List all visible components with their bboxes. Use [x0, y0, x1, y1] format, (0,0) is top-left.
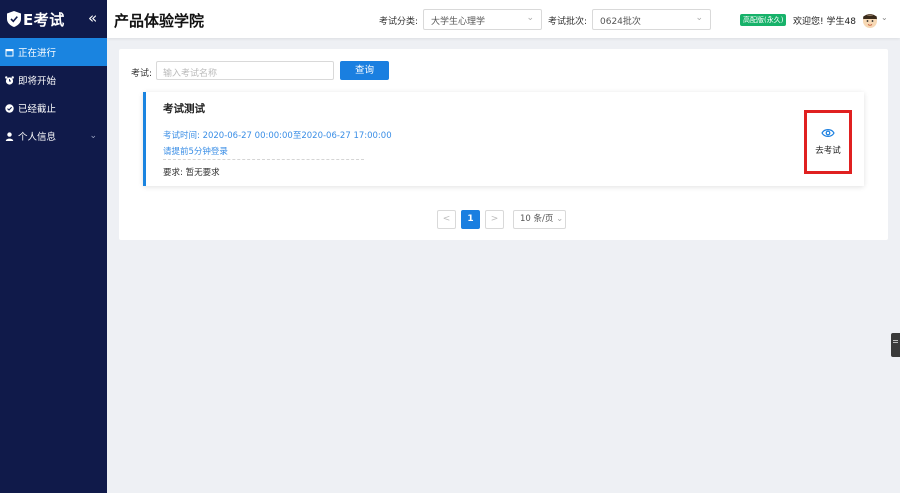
shield-logo-icon — [7, 11, 21, 27]
category-label: 考试分类: — [379, 17, 419, 27]
batch-select[interactable]: 0624批次 ⌄ — [592, 9, 711, 30]
chevron-down-icon: ⌄ — [695, 13, 703, 23]
sidebar-item-label: 已经截止 — [18, 104, 57, 115]
page-size-select[interactable]: 10 条/页 ⌄ — [513, 210, 566, 229]
page-title: 产品体验学院 — [114, 12, 205, 30]
chevron-down-icon: ⌄ — [556, 214, 564, 224]
logo-text: E考试 — [23, 10, 65, 29]
sidebar-item-profile[interactable]: 个人信息 ⌄ — [0, 122, 107, 150]
side-drawer-handle[interactable] — [891, 333, 900, 357]
top-header: 产品体验学院 考试分类: 大学生心理学 ⌄ 考试批次: 0624批次 ⌄ 高配版… — [107, 0, 900, 38]
sidebar: E考试 « 正在进行 即将开始 已经截止 个人信息 ⌄ — [0, 0, 107, 493]
go-exam-label: 去考试 — [815, 146, 841, 156]
divider — [163, 159, 364, 160]
prev-page-button[interactable]: < — [437, 210, 456, 229]
version-badge: 高配版(永久) — [740, 14, 787, 26]
batch-select-value: 0624批次 — [600, 17, 641, 27]
page-size-value: 10 条/页 — [520, 214, 554, 224]
sidebar-item-upcoming[interactable]: 即将开始 — [0, 66, 107, 94]
exam-list-panel: 考试: 输入考试名称 查询 考试测试 考试时间: 2020-06-27 00:0… — [119, 49, 888, 240]
chevron-down-icon: ⌄ — [89, 131, 97, 141]
search-placeholder: 输入考试名称 — [163, 69, 218, 79]
sidebar-item-ended[interactable]: 已经截止 — [0, 94, 107, 122]
menu-icon — [893, 340, 898, 343]
search-label: 考试: — [131, 69, 153, 79]
sidebar-item-label: 即将开始 — [18, 76, 57, 87]
pagination: < 1 > 10 条/页 ⌄ — [437, 210, 566, 229]
exam-title: 考试测试 — [163, 103, 205, 115]
search-input[interactable]: 输入考试名称 — [156, 61, 334, 80]
category-select[interactable]: 大学生心理学 ⌄ — [423, 9, 542, 30]
exam-requirement: 要求: 暂无要求 — [163, 168, 220, 178]
avatar[interactable] — [861, 11, 879, 29]
calendar-icon — [5, 48, 14, 56]
page-1-button[interactable]: 1 — [461, 210, 480, 229]
alarm-clock-icon — [5, 75, 14, 85]
user-icon — [5, 131, 14, 141]
welcome-text: 欢迎您! 学生48 — [793, 17, 856, 27]
check-circle-icon — [5, 103, 14, 113]
exam-time: 考试时间: 2020-06-27 00:00:00至2020-06-27 17:… — [163, 131, 392, 141]
batch-label: 考试批次: — [548, 17, 588, 27]
collapse-sidebar-icon[interactable]: « — [88, 9, 97, 27]
search-button[interactable]: 查询 — [340, 61, 389, 80]
chevron-down-icon[interactable]: ⌄ — [881, 13, 888, 22]
go-exam-button[interactable]: 去考试 — [804, 110, 852, 174]
exam-login-tip: 请提前5分钟登录 — [163, 147, 228, 157]
sidebar-item-ongoing[interactable]: 正在进行 — [0, 38, 107, 66]
eye-icon — [821, 129, 835, 137]
next-page-button[interactable]: > — [485, 210, 504, 229]
chevron-down-icon: ⌄ — [526, 13, 534, 23]
category-select-value: 大学生心理学 — [431, 17, 486, 27]
exam-card: 考试测试 考试时间: 2020-06-27 00:00:00至2020-06-2… — [143, 92, 864, 186]
sidebar-item-label: 正在进行 — [18, 48, 57, 59]
sidebar-item-label: 个人信息 — [18, 132, 57, 143]
